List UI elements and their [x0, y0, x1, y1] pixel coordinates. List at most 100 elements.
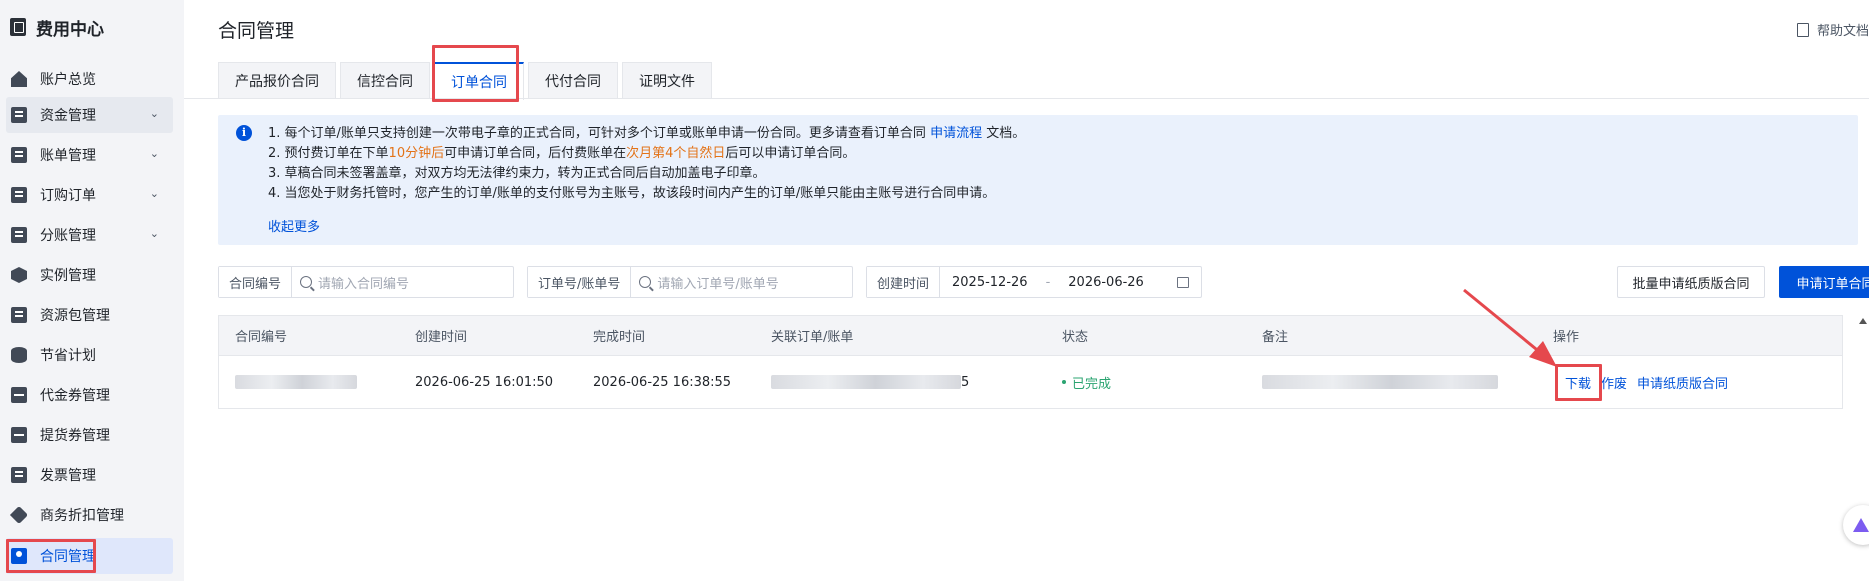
database-icon	[11, 347, 27, 363]
batch-paper-contract-button[interactable]: 批量申请纸质版合同	[1617, 266, 1765, 298]
contract-no-placeholder: 请输入合同编号	[318, 276, 410, 292]
order-no-label: 订单号/账单号	[528, 267, 632, 297]
tag-icon	[9, 505, 29, 525]
sidebar-item-resource-packs[interactable]: 资源包管理	[6, 297, 173, 333]
page-title: 合同管理	[218, 20, 295, 42]
order-no-input[interactable]: 请输入订单号/账单号	[631, 267, 852, 297]
created-cell: 2026-06-25 16:01:50	[415, 374, 554, 390]
floating-assistant-button[interactable]	[1843, 505, 1869, 545]
contract-no-filter: 合同编号 请输入合同编号	[218, 266, 514, 298]
date-start[interactable]: 2025-12-26	[940, 267, 1040, 297]
apply-paper-contract-link[interactable]: 申请纸质版合同	[1637, 377, 1728, 392]
order-no-filter: 订单号/账单号 请输入订单号/账单号	[527, 266, 853, 298]
chevron-down-icon: ⌄	[149, 187, 159, 200]
tab-credit-contract[interactable]: 信控合同	[340, 62, 430, 99]
search-icon	[300, 276, 313, 288]
column-header: 合同编号	[235, 330, 288, 345]
sidebar-item-label: 账户总览	[40, 72, 96, 88]
sidebar-item-label: 代金券管理	[40, 388, 110, 404]
chevron-down-icon: ⌄	[149, 227, 159, 240]
scroll-up-arrow[interactable]	[1859, 318, 1867, 324]
sidebar-item-instances[interactable]: 实例管理	[6, 257, 173, 293]
sidebar-item-label: 分账管理	[40, 228, 96, 244]
status-dot	[1062, 380, 1066, 384]
order-icon	[11, 187, 27, 203]
document-icon	[1796, 22, 1809, 37]
date-end[interactable]: 2026-06-26	[1056, 267, 1156, 297]
void-link[interactable]: 作废	[1601, 377, 1627, 392]
column-header: 完成时间	[593, 330, 646, 345]
calendar-icon	[1177, 276, 1189, 288]
tab-quote-contract[interactable]: 产品报价合同	[218, 62, 336, 99]
sidebar-item-orders[interactable]: 订购订单 ⌄	[6, 177, 173, 213]
search-icon	[639, 276, 652, 288]
column-header: 状态	[1062, 330, 1089, 345]
ticket-icon	[11, 427, 27, 443]
voucher-icon	[11, 387, 27, 403]
sidebar-item-label: 订购订单	[40, 188, 96, 204]
sidebar-item-savings-plan[interactable]: 节省计划	[6, 337, 173, 373]
order-no-placeholder: 请输入订单号/账单号	[657, 276, 779, 292]
contract-tabs: 产品报价合同 信控合同 订单合同 代付合同 证明文件	[218, 62, 712, 100]
sidebar-item-pickup-vouchers[interactable]: 提货券管理	[6, 417, 173, 453]
main-content: 合同管理 帮助文档 产品报价合同 信控合同 订单合同 代付合同 证明文件 i 1…	[184, 0, 1869, 581]
created-time-label: 创建时间	[867, 267, 941, 297]
sidebar: 费用中心 账户总览 资金管理 ⌄ 账单管理 ⌄ 订购订单 ⌄ 分账管理 ⌄ 实例…	[0, 0, 184, 581]
actions-cell: 下载 作废 申请纸质版合同	[1553, 373, 1842, 392]
funds-icon	[11, 107, 27, 123]
sidebar-item-label: 账单管理	[40, 148, 96, 164]
redacted-value	[1262, 375, 1498, 389]
sidebar-item-label: 节省计划	[40, 348, 96, 364]
column-header: 操作	[1553, 330, 1580, 345]
contract-no-label: 合同编号	[219, 267, 293, 297]
status-cell: 已完成	[1062, 373, 1262, 392]
date-range-filter[interactable]: 创建时间 2025-12-26 - 2026-06-26	[866, 266, 1202, 298]
apply-order-contract-button[interactable]: 申请订单合同	[1779, 266, 1869, 298]
sidebar-item-invoices[interactable]: 发票管理	[6, 457, 173, 493]
tab-order-contract[interactable]: 订单合同	[434, 62, 524, 100]
notice-line-1: 1. 每个订单/账单只支持创建一次带电子章的正式合同，可针对多个订单或账单申请一…	[268, 126, 1026, 141]
sidebar-item-account-overview[interactable]: 账户总览	[6, 61, 173, 97]
package-icon	[11, 307, 27, 323]
sidebar-item-contracts[interactable]: 合同管理	[6, 538, 173, 574]
sidebar-item-vouchers[interactable]: 代金券管理	[6, 377, 173, 413]
redacted-value	[771, 375, 961, 389]
sidebar-title: 费用中心	[10, 14, 104, 40]
column-header: 关联订单/账单	[771, 330, 854, 345]
sidebar-item-split-billing[interactable]: 分账管理 ⌄	[6, 217, 173, 253]
sidebar-title-label: 费用中心	[36, 19, 104, 40]
split-icon	[11, 227, 27, 243]
status-badge: 已完成	[1062, 373, 1262, 392]
help-label: 帮助文档	[1816, 24, 1869, 39]
sidebar-item-label: 实例管理	[40, 268, 96, 284]
sidebar-item-bills[interactable]: 账单管理 ⌄	[6, 137, 173, 173]
tab-certificates[interactable]: 证明文件	[622, 62, 712, 99]
sidebar-item-label: 发票管理	[40, 468, 96, 484]
sidebar-item-funds[interactable]: 资金管理 ⌄	[6, 97, 173, 133]
tab-agent-pay-contract[interactable]: 代付合同	[528, 62, 618, 99]
bill-icon	[11, 147, 27, 163]
contract-no-input[interactable]: 请输入合同编号	[292, 267, 513, 297]
sidebar-item-discounts[interactable]: 商务折扣管理	[6, 497, 173, 533]
home-icon	[11, 71, 27, 87]
remark-cell	[1262, 375, 1553, 390]
column-header: 创建时间	[415, 330, 468, 345]
sidebar-item-label: 提货券管理	[40, 428, 110, 444]
collapse-more-link[interactable]: 收起更多	[268, 216, 320, 235]
notice-banner: i 1. 每个订单/账单只支持创建一次带电子章的正式合同，可针对多个订单或账单申…	[218, 115, 1858, 245]
notice-line-4: 4. 当您处于财务托管时，您产生的订单/账单的支付账号为主账号，故该段时间内产生…	[268, 186, 996, 201]
redacted-value	[235, 375, 357, 389]
info-icon: i	[236, 125, 252, 141]
table-row: 2026-06-25 16:01:50 2026-06-25 16:38:55 …	[219, 356, 1842, 408]
help-doc-link[interactable]: 帮助文档	[1796, 20, 1869, 39]
apply-process-link[interactable]: 申请流程	[930, 126, 982, 141]
download-link[interactable]: 下载	[1565, 377, 1591, 392]
filter-bar: 合同编号 请输入合同编号 订单号/账单号 请输入订单号/账单号 创建时间 202…	[218, 266, 1869, 298]
contract-icon	[11, 548, 27, 564]
column-header: 备注	[1262, 330, 1289, 345]
completed-cell: 2026-06-25 16:38:55	[593, 374, 732, 390]
sidebar-item-label: 资源包管理	[40, 308, 110, 324]
billing-center-icon	[10, 18, 26, 36]
chevron-down-icon: ⌄	[149, 107, 159, 120]
notice-line-2: 2. 预付费订单在下单10分钟后可申请订单合同，后付费账单在次月第4个自然日后可…	[268, 146, 856, 161]
